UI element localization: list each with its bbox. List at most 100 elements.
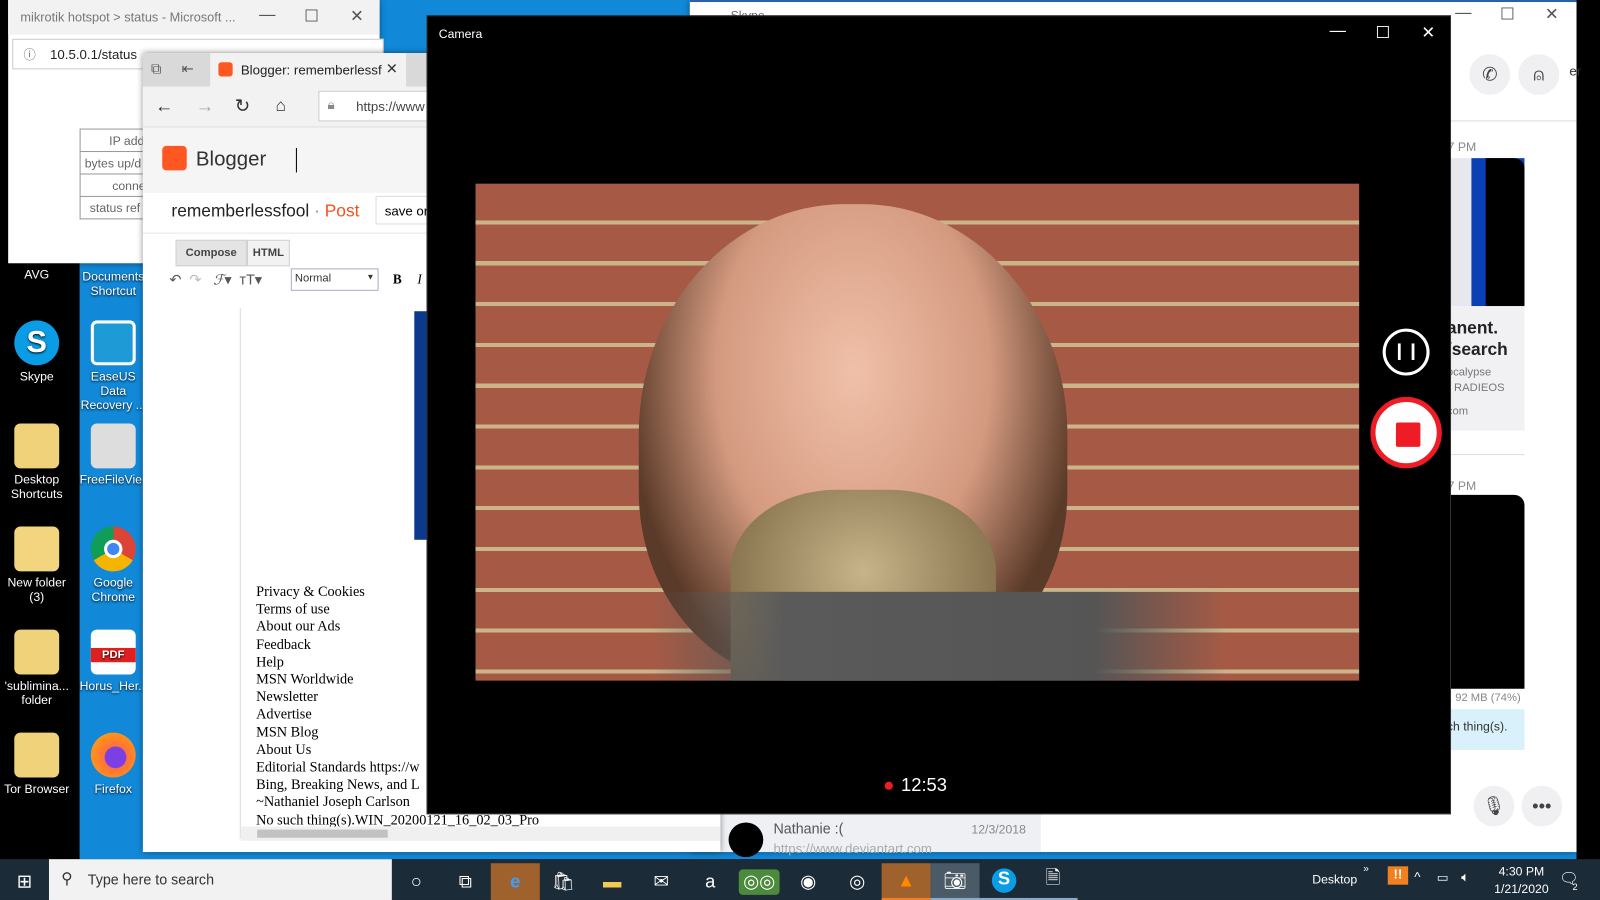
folder-icon: ▬ [603, 870, 622, 892]
stop-icon [1395, 422, 1421, 447]
set-aside-tabs-icon[interactable]: ⇤ [182, 60, 194, 77]
chat-list-item[interactable]: Nathanie :( 12/3/2018 https://www.devian… [720, 814, 1041, 858]
maximize-button[interactable]: ☐ [1500, 4, 1515, 24]
taskbar-store[interactable]: 🛍︎ [539, 863, 588, 900]
taskbar-wordpad[interactable]: 🗎 [1028, 863, 1078, 900]
image-thumbnail[interactable] [1440, 158, 1525, 307]
close-button[interactable]: ✕ [1421, 22, 1435, 42]
bold-button[interactable]: B [393, 271, 402, 287]
taskbar-camera[interactable]: 📷︎ [930, 863, 980, 900]
taskbar-tripadvisor[interactable]: ◎◎ [735, 863, 784, 900]
cortana-button[interactable]: ○ [392, 863, 441, 900]
desktop-icon-subliminal-folder[interactable]: 'sublimina... folder [3, 629, 70, 707]
firefox-icon [90, 732, 136, 778]
format-select[interactable]: Normal ▼ [290, 268, 379, 291]
embedded-image [414, 311, 427, 540]
search-box[interactable]: ⚲ Type here to search [48, 859, 392, 900]
blogger-favicon [218, 62, 233, 77]
blogger-logo-icon [162, 145, 187, 171]
toolbar-overflow-icon[interactable]: » [1363, 863, 1369, 874]
taskbar-skype[interactable]: S [979, 863, 1029, 900]
refresh-icon[interactable]: ↻ [235, 96, 250, 117]
tab-compose[interactable]: Compose [175, 239, 247, 267]
close-tab-icon[interactable]: ✕ [386, 60, 398, 77]
add-person-icon: ⍝ [1533, 63, 1545, 85]
file-viewer-icon [90, 423, 136, 469]
link-card[interactable]: anent. /search ocalypse " RADIEOS com [1440, 306, 1525, 431]
taskbar-vlc[interactable]: ▲ [881, 863, 931, 900]
action-center-button[interactable]: 🗨︎2 [1559, 869, 1584, 891]
desktop-icon-chrome[interactable]: Google Chrome [80, 526, 147, 605]
font-size-icon[interactable]: тT▾ [240, 271, 262, 287]
more-options-button[interactable]: ••• [1521, 785, 1563, 827]
avatar [728, 822, 764, 858]
task-view-button[interactable]: ⧉ [441, 863, 490, 900]
desktop-icon-desktop-shortcuts[interactable]: Desktop Shortcuts [3, 423, 70, 501]
volume-icon[interactable]: 🔈︎ [1461, 869, 1469, 885]
desktop-icon-tor-browser[interactable]: Tor Browser [3, 732, 70, 796]
minimize-button[interactable]: — [1330, 22, 1346, 40]
skype-icon: S [991, 868, 1017, 893]
taskbar-mail[interactable]: ✉ [637, 863, 686, 900]
horizontal-scrollbar[interactable] [240, 826, 721, 841]
desktop-icon-firefox[interactable]: Firefox [80, 732, 147, 796]
recording-dot-icon [884, 781, 893, 791]
desktop-icon-horus-pdf[interactable]: PDF Horus_Her... [80, 629, 148, 693]
add-person-button[interactable]: ⍝ [1518, 54, 1560, 95]
tray-alert-icon[interactable]: !! [1387, 866, 1409, 885]
pdf-icon: PDF [90, 629, 136, 675]
desktop-icon-freefileviewer[interactable]: FreeFileVie... [80, 423, 152, 487]
editor-toolbar: ↶ ↷ ℱ▾ тT▾ [169, 271, 262, 288]
redo-icon[interactable]: ↷ [189, 271, 201, 287]
message-bubble: ch thing(s). [1440, 709, 1525, 750]
desktop-icon-documents[interactable]: Documents Shortcut [80, 269, 147, 298]
post-heading: rememberlessfool · Post [171, 201, 360, 221]
taskbar-webcam-app[interactable]: ◉ [784, 863, 833, 900]
clock[interactable]: 4:30 PM 1/21/2020 [1486, 863, 1557, 898]
windows-icon: ⊞ [16, 870, 33, 892]
italic-button[interactable]: I [417, 271, 421, 287]
desktop-icon-avg[interactable]: AVG [3, 267, 70, 281]
amazon-icon: a [705, 870, 716, 892]
show-hidden-icons[interactable]: ^ [1414, 869, 1420, 884]
maximize-button[interactable]: ☐ [304, 6, 319, 26]
minimize-button[interactable]: — [1455, 4, 1471, 22]
desktop-icon-skype[interactable]: S Skype [3, 320, 70, 384]
desktop-toolbar[interactable]: Desktop [1312, 872, 1357, 886]
video-thumbnail[interactable] [1440, 494, 1525, 689]
minimize-button[interactable]: — [259, 6, 275, 24]
folder-icon [14, 526, 60, 572]
home-icon[interactable]: ⌂ [276, 96, 286, 116]
start-button[interactable]: ⊞ [0, 863, 49, 900]
undo-icon[interactable]: ↶ [169, 271, 181, 287]
taskbar-camera-app-2[interactable]: ◎ [833, 863, 882, 900]
tab-blogger[interactable]: Blogger: rememberlessf ✕ [210, 53, 407, 87]
maximize-button[interactable]: ☐ [1375, 22, 1390, 42]
back-icon[interactable]: ← [155, 96, 173, 117]
network-icon[interactable]: ▭ [1437, 870, 1449, 884]
task-view-icon: ⧉ [458, 870, 472, 892]
tab-preview-icon[interactable]: ⧉ [151, 60, 161, 77]
wordpad-icon: 🗎 [1045, 867, 1061, 888]
desktop-icon-new-folder[interactable]: New folder (3) [3, 526, 70, 605]
more-icon: ••• [1532, 795, 1552, 816]
stop-recording-button[interactable] [1370, 396, 1442, 469]
close-button[interactable]: ✕ [1545, 4, 1559, 24]
camera-preview [475, 183, 1360, 681]
color-camera-icon: ◎ [849, 870, 866, 892]
folder-icon [14, 629, 60, 675]
taskbar-amazon[interactable]: a [686, 863, 735, 900]
microphone-button[interactable]: 🎙︎ [1473, 785, 1515, 827]
pause-button[interactable]: ❙❙ [1382, 328, 1430, 376]
taskbar-edge[interactable]: e [490, 863, 540, 900]
taskbar-file-explorer[interactable]: ▬ [588, 863, 637, 900]
call-button[interactable]: ✆ [1469, 54, 1511, 95]
font-icon[interactable]: ℱ▾ [213, 271, 231, 287]
close-button[interactable]: ✕ [350, 6, 364, 26]
desktop-icon-easeus[interactable]: EaseUS Data Recovery ... [80, 320, 147, 412]
tab-html[interactable]: HTML [246, 239, 290, 267]
edge-icon: e [510, 870, 521, 892]
camera-icon: 📷︎ [943, 869, 967, 891]
forward-icon[interactable]: → [196, 96, 214, 117]
tripadvisor-icon: ◎◎ [739, 868, 780, 895]
